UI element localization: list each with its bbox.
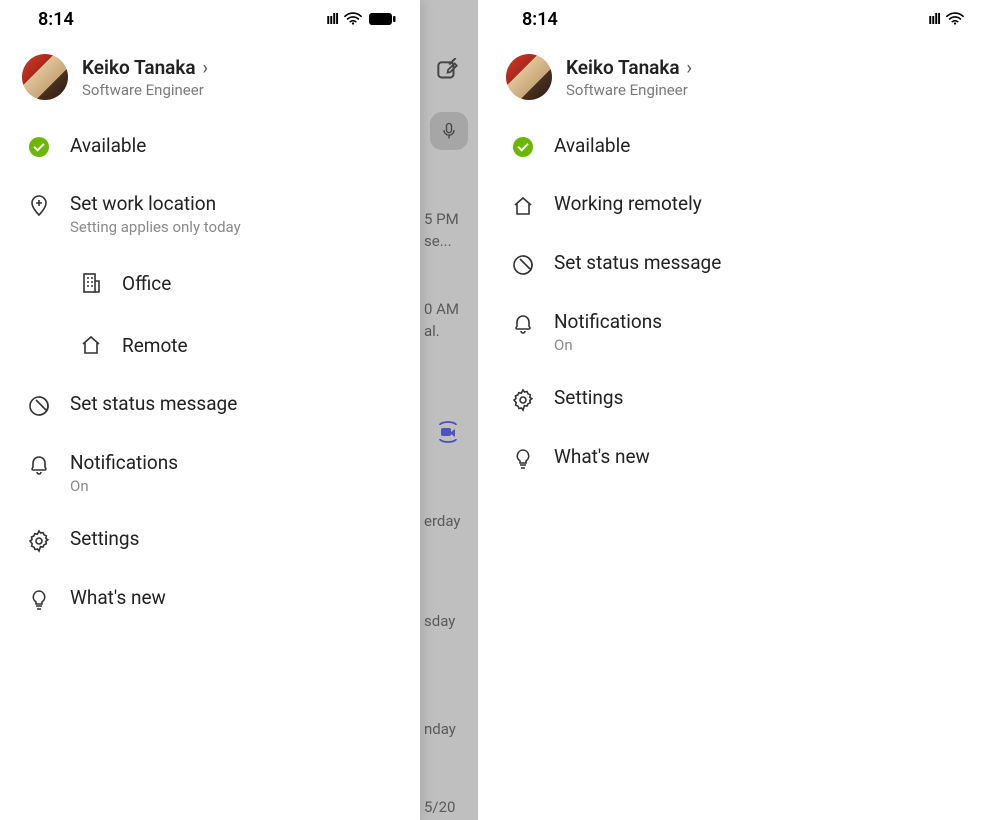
office-label: Office bbox=[122, 272, 171, 295]
clock: 8:14 bbox=[522, 9, 558, 30]
profile-row[interactable]: Keiko Tanaka › Software Engineer bbox=[0, 38, 420, 118]
presence-item[interactable]: Available bbox=[0, 118, 420, 176]
location-pin-icon bbox=[26, 193, 52, 219]
status-message-icon bbox=[26, 393, 52, 419]
peek-date: erday bbox=[424, 512, 461, 530]
mic-button[interactable] bbox=[430, 112, 468, 150]
peek-time: 5 PM bbox=[424, 210, 459, 228]
profile-row[interactable]: Keiko Tanaka › Software Engineer bbox=[484, 38, 988, 118]
notifications-item[interactable]: Notifications On bbox=[484, 294, 988, 370]
notifications-label: Notifications bbox=[70, 451, 178, 474]
whats-new-item[interactable]: What's new bbox=[0, 570, 420, 629]
settings-item[interactable]: Settings bbox=[484, 370, 988, 429]
compose-icon[interactable] bbox=[434, 58, 464, 88]
profile-name: Keiko Tanaka › bbox=[566, 56, 692, 79]
available-status-icon bbox=[510, 134, 536, 160]
profile-name: Keiko Tanaka › bbox=[82, 56, 208, 79]
presence-item[interactable]: Available bbox=[484, 118, 988, 176]
notifications-item[interactable]: Notifications On bbox=[0, 435, 420, 511]
notifications-label: Notifications bbox=[554, 310, 662, 333]
status-icons: ııll bbox=[928, 10, 964, 28]
avatar bbox=[506, 54, 552, 100]
clock: 8:14 bbox=[38, 9, 74, 30]
peek-time: 0 AM bbox=[424, 300, 459, 318]
lightbulb-icon bbox=[510, 446, 536, 472]
whats-new-item[interactable]: What's new bbox=[484, 429, 988, 488]
office-option[interactable]: Office bbox=[0, 252, 420, 314]
profile-subtitle: Software Engineer bbox=[82, 81, 208, 99]
profile-drawer: 8:14 ııll Keiko Tanaka › Software Engine… bbox=[0, 0, 420, 820]
wifi-icon bbox=[946, 12, 964, 26]
working-remotely-label: Working remotely bbox=[554, 192, 702, 215]
lightbulb-icon bbox=[26, 587, 52, 613]
notifications-sublabel: On bbox=[70, 477, 178, 495]
avatar bbox=[22, 54, 68, 100]
status-message-label: Set status message bbox=[70, 392, 237, 415]
status-message-label: Set status message bbox=[554, 251, 721, 274]
settings-label: Settings bbox=[554, 386, 623, 409]
status-bar: 8:14 ııll bbox=[0, 0, 420, 38]
left-screenshot: 5 PM se... 0 AM al. erday sday nday 5/20… bbox=[0, 0, 478, 820]
profile-subtitle: Software Engineer bbox=[566, 81, 692, 99]
cellular-signal-icon: ııll bbox=[326, 10, 338, 28]
status-icons: ııll bbox=[326, 10, 396, 28]
settings-label: Settings bbox=[70, 527, 139, 550]
presence-label: Available bbox=[554, 134, 630, 157]
remote-label: Remote bbox=[122, 334, 188, 357]
peek-text: se... bbox=[424, 232, 452, 250]
cellular-signal-icon: ııll bbox=[928, 10, 940, 28]
battery-icon bbox=[368, 12, 396, 26]
bell-icon bbox=[26, 452, 52, 478]
work-location-label: Set work location bbox=[70, 192, 241, 215]
home-icon bbox=[510, 193, 536, 219]
peek-date: 5/20 bbox=[424, 798, 455, 816]
chevron-right-icon: › bbox=[198, 56, 208, 79]
profile-drawer: 8:14 ııll Keiko Tanaka › Software Engine… bbox=[478, 0, 988, 820]
set-work-location-item[interactable]: Set work location Setting applies only t… bbox=[0, 176, 420, 252]
whats-new-label: What's new bbox=[70, 586, 166, 609]
status-bar: 8:14 ııll bbox=[484, 0, 988, 38]
peek-date: sday bbox=[424, 612, 455, 630]
right-screenshot: 8:14 ııll Keiko Tanaka › Software Engine… bbox=[478, 0, 988, 820]
chevron-right-icon: › bbox=[682, 56, 692, 79]
home-icon bbox=[78, 332, 104, 358]
presence-label: Available bbox=[70, 134, 146, 157]
notifications-sublabel: On bbox=[554, 336, 662, 354]
office-building-icon bbox=[78, 270, 104, 296]
peek-text: al. bbox=[424, 322, 440, 340]
set-status-message-item[interactable]: Set status message bbox=[484, 235, 988, 294]
settings-item[interactable]: Settings bbox=[0, 511, 420, 570]
status-message-icon bbox=[510, 252, 536, 278]
work-location-sublabel: Setting applies only today bbox=[70, 218, 241, 236]
peek-date: nday bbox=[424, 720, 456, 738]
working-remotely-item[interactable]: Working remotely bbox=[484, 176, 988, 235]
video-call-icon[interactable] bbox=[436, 420, 462, 446]
whats-new-label: What's new bbox=[554, 445, 650, 468]
gear-icon bbox=[26, 528, 52, 554]
wifi-icon bbox=[344, 12, 362, 26]
bell-icon bbox=[510, 311, 536, 337]
available-status-icon bbox=[26, 134, 52, 160]
set-status-message-item[interactable]: Set status message bbox=[0, 376, 420, 435]
chat-background-peek: 5 PM se... 0 AM al. erday sday nday 5/20 bbox=[420, 0, 478, 820]
gear-icon bbox=[510, 387, 536, 413]
remote-option[interactable]: Remote bbox=[0, 314, 420, 376]
